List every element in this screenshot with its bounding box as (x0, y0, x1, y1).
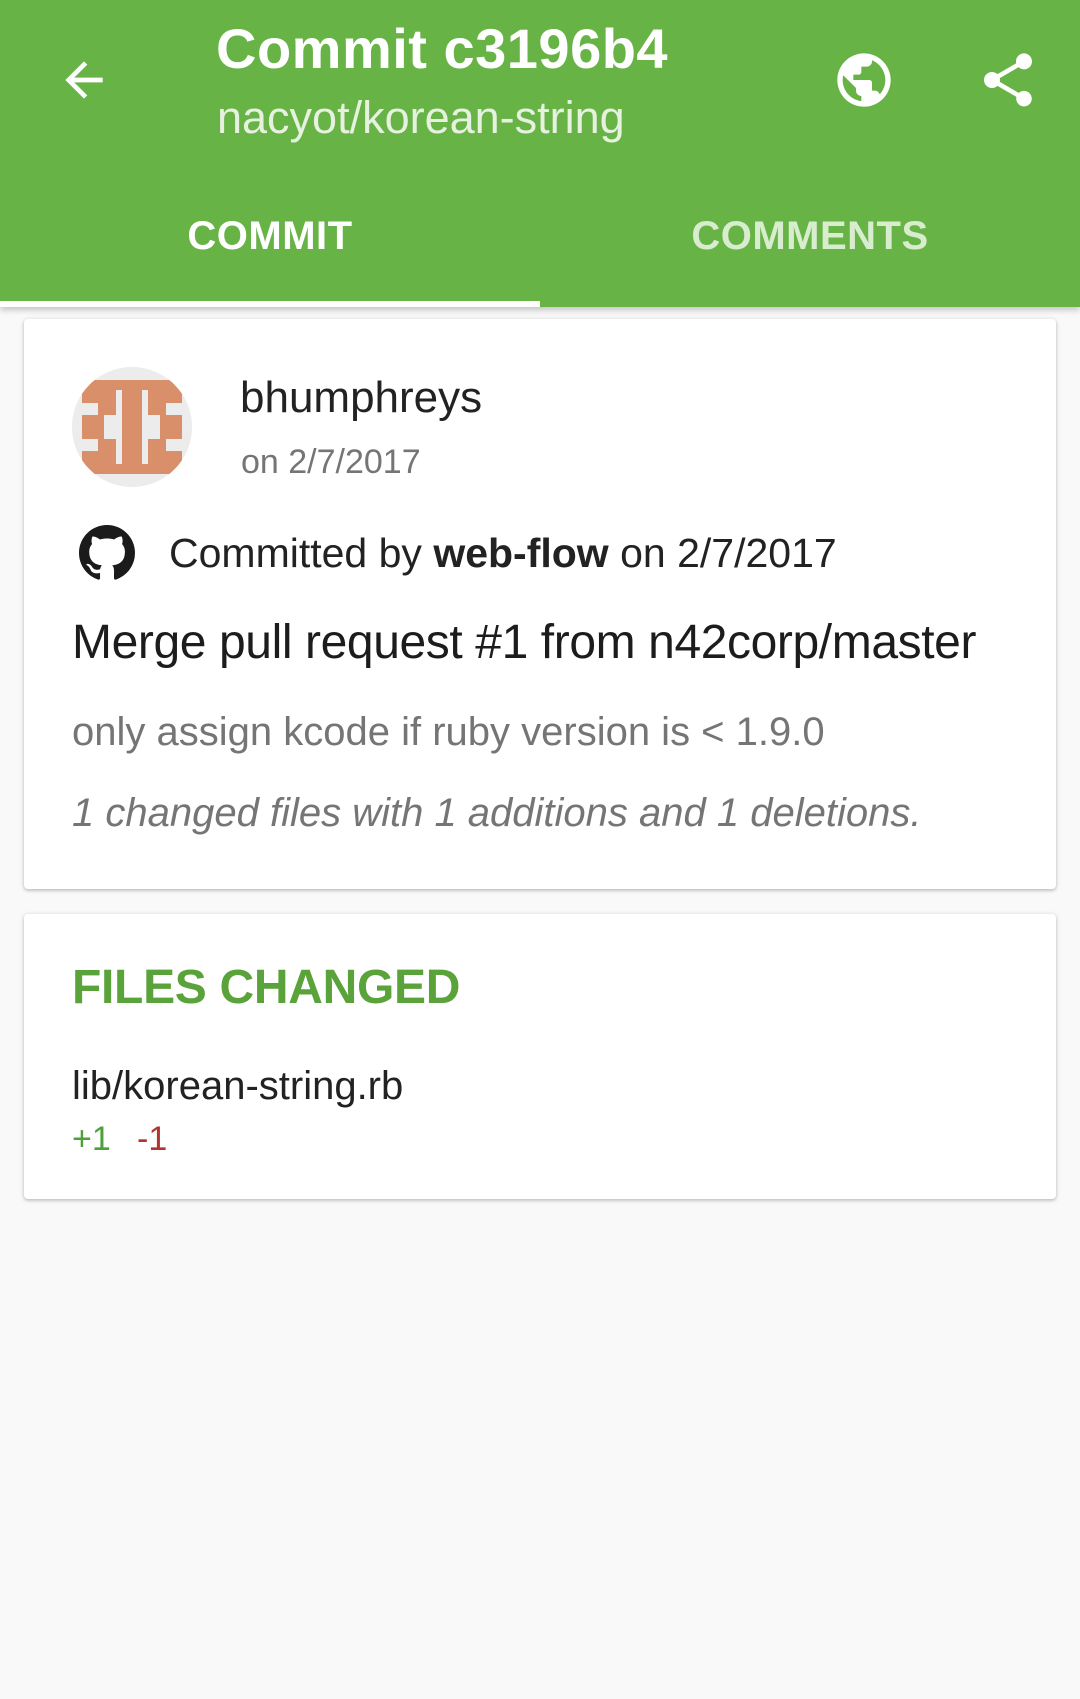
committed-date: on 2/7/2017 (608, 529, 837, 576)
commit-stats: 1 changed files with 1 additions and 1 d… (72, 791, 922, 835)
commit-description: only assign kcode if ruby version is < 1… (72, 710, 825, 754)
author-name[interactable]: bhumphreys (240, 373, 482, 423)
committer-row: Committed by web-flow on 2/7/2017 (79, 521, 837, 585)
share-icon (984, 53, 1032, 107)
tab-comments[interactable]: COMMENTS (540, 180, 1080, 307)
file-name: lib/korean-string.rb (72, 1064, 404, 1108)
tab-commit[interactable]: COMMIT (0, 180, 540, 307)
files-changed-header: FILES CHANGED (72, 961, 461, 1014)
arrow-back-icon (65, 61, 103, 99)
back-button[interactable] (48, 44, 120, 116)
app-bar: Commit c3196b4 nacyot/korean-string COMM… (0, 0, 1080, 307)
file-additions: +1 (72, 1120, 111, 1158)
avatar[interactable] (72, 367, 192, 487)
file-list-item[interactable]: lib/korean-string.rb +1 -1 (72, 1064, 1008, 1174)
committed-by-prefix: Committed by (169, 529, 434, 576)
repo-subtitle[interactable]: nacyot/korean-string (217, 92, 625, 144)
globe-icon (837, 53, 891, 107)
github-icon (79, 525, 135, 581)
open-in-browser-button[interactable] (824, 40, 904, 120)
file-deletions: -1 (137, 1120, 168, 1158)
committer-name[interactable]: web-flow (433, 530, 608, 577)
identicon-image (72, 367, 192, 487)
files-changed-card: FILES CHANGED lib/korean-string.rb +1 -1 (24, 914, 1056, 1199)
tab-bar: COMMIT COMMENTS (0, 180, 1080, 307)
commit-card: bhumphreys on 2/7/2017 Committed by web-… (24, 319, 1056, 889)
page-title: Commit c3196b4 (216, 17, 669, 80)
share-button[interactable] (968, 40, 1048, 120)
author-date: on 2/7/2017 (241, 443, 421, 481)
commit-message: Merge pull request #1 from n42corp/maste… (72, 616, 977, 669)
